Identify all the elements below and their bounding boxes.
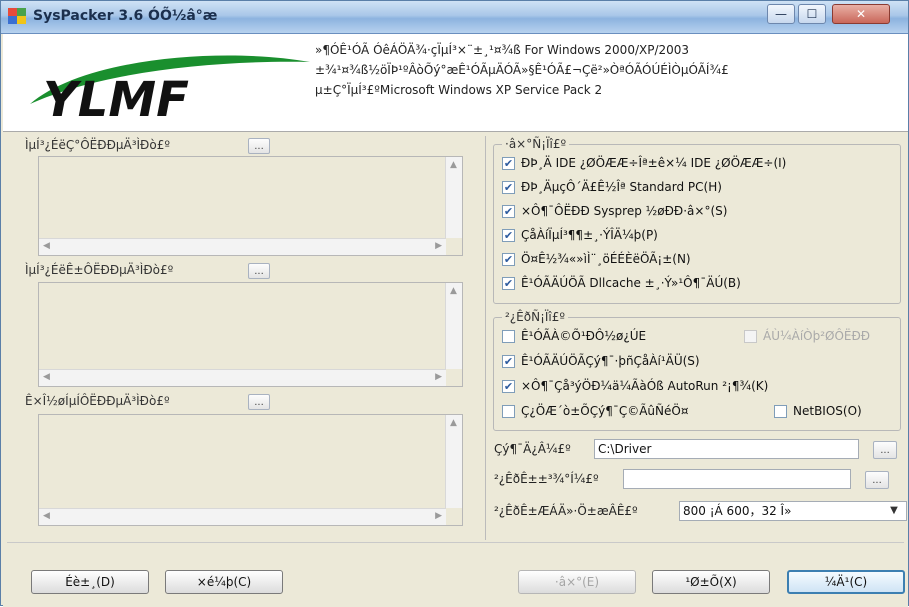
first-login-hscroll[interactable]: ◀ ▶	[39, 508, 446, 525]
logo-text: YLMF	[43, 72, 189, 122]
deploy-bg-input[interactable]	[623, 469, 851, 489]
option-ide-controller[interactable]: ✔ ÐÞ¸Ä IDE ¿ØÖÆÆ÷Îª±ê×¼ IDE ¿ØÖÆÆ÷(I)	[502, 153, 786, 173]
option-standard-pc[interactable]: ✔ ÐÞ¸ÄµçÔ´Ä£Ê½Îª Standard PC(H)	[502, 177, 722, 197]
driver-dir-input[interactable]: C:\Driver	[594, 439, 859, 459]
first-run-list[interactable]: ▲ ◀ ▶	[38, 282, 463, 387]
scroll-up-icon[interactable]: ▲	[450, 160, 457, 170]
checkbox-icon[interactable]: ✔	[502, 276, 515, 290]
first-run-add-button[interactable]: ...	[248, 263, 270, 279]
checkbox-icon[interactable]: ✔	[502, 180, 515, 194]
option-network[interactable]: ✔ Ö¤Ê½¾«»ìÌ¨¸öÉÉÈëÖÃ¡±(N)	[502, 249, 691, 269]
scroll-left-icon[interactable]: ◀	[43, 372, 50, 382]
about-button[interactable]: ¼Ä¹(C)	[787, 570, 905, 594]
scroll-right-icon[interactable]: ▶	[435, 241, 442, 251]
header-line-1: »¶Ó­Ê¹ÓÃ ÓêÁÖÄ¾·çÏµÍ³×¨±¸¹¤¾ß For Window…	[315, 43, 690, 57]
driver-dir-label: Çý¶¯Ä¿Â¼£º	[494, 442, 571, 456]
pre-run-label: ÌµÍ³¿ÉëÇ°ÔËÐÐµÄ³ÌÐò£º	[25, 138, 170, 152]
dropdown-arrow-icon[interactable]: ▼	[883, 503, 905, 519]
header-line-3: µ±Ç°ÏµÍ³£ºMicrosoft Windows XP Service P…	[315, 83, 603, 97]
option-label: Ê¹ÓÃÄÚÖÃÇý¶¯·þñÇåÀí¹ÄÜ(S)	[521, 354, 700, 368]
ylmf-logo: YLMF	[30, 55, 310, 122]
deploy-options-group: ²¿ÊðÑ¡Ïî£º Ê¹ÓÃÀ©Õ¹ÐÔ½ø¿ÚE ÁÙ¼ÀíÒþ²ØÔËÐÐ…	[493, 310, 901, 431]
first-run-vscroll[interactable]: ▲	[445, 283, 462, 369]
option-label: ÐÞ¸ÄµçÔ´Ä£Ê½Îª Standard PC(H)	[521, 180, 722, 194]
option-label: ÇåÀíÏµÍ³¶¶±¸·ÝÎÄ¼þ(P)	[521, 228, 658, 242]
checkbox-icon	[744, 329, 757, 343]
devices-button[interactable]: Éè±¸(D)	[31, 570, 149, 594]
option-label: Ê¹ÓÃÀ©Õ¹ÐÔ½ø¿ÚE	[521, 329, 647, 343]
scroll-left-icon[interactable]: ◀	[43, 511, 50, 521]
resolution-select[interactable]: 800 ¡Á 600，32 Î» ▼	[679, 501, 907, 521]
window-title: SysPacker 3.6 ÓÕ½â°æ	[33, 8, 218, 24]
option-label: ×Ô¶¯ÔËÐÐ Sysprep ½øÐÐ·â×°(S)	[521, 204, 728, 218]
driver-dir-browse-button[interactable]: ...	[873, 441, 897, 459]
first-login-add-button[interactable]: ...	[248, 394, 270, 410]
bottom-divider	[7, 542, 904, 543]
checkbox-icon[interactable]: ✔	[502, 156, 515, 170]
checkbox-icon[interactable]	[774, 404, 787, 418]
option-driver-clean[interactable]: ✔ Ê¹ÓÃÄÚÖÃÇý¶¯·þñÇåÀí¹ÄÜ(S)	[502, 351, 700, 371]
checkbox-icon[interactable]: ✔	[502, 252, 515, 266]
first-login-vscroll[interactable]: ▲	[445, 415, 462, 508]
header-line-2: ±¾¹¤¾ß½öÏÞ¹ºÂòÕý°æÊ¹ÓÃµÄÓÃ»§Ê¹ÓÃ£¬Çë²»Òª…	[315, 63, 729, 77]
close-button[interactable]: ¹Ø±Õ(X)	[652, 570, 770, 594]
option-label: ÁÙ¼ÀíÒþ²ØÔËÐÐ	[763, 329, 871, 343]
scroll-right-icon[interactable]: ▶	[435, 511, 442, 521]
option-clean-backup[interactable]: ✔ ÇåÀíÏµÍ³¶¶±¸·ÝÎÄ¼þ(P)	[502, 225, 658, 245]
app-icon	[8, 8, 26, 24]
package-options-title: ·â×°Ñ¡Ïî£º	[502, 137, 570, 151]
scroll-right-icon[interactable]: ▶	[435, 372, 442, 382]
maximize-button[interactable]: ☐	[798, 4, 826, 24]
scroll-left-icon[interactable]: ◀	[43, 241, 50, 251]
header-banner: YLMF »¶Ó­Ê¹ÓÃ ÓêÁÖÄ¾·çÏµÍ³×¨±¸¹¤¾ß For W…	[3, 34, 908, 132]
pre-run-vscroll[interactable]: ▲	[445, 157, 462, 238]
option-label: Ö¤Ê½¾«»ìÌ¨¸öÉÉÈëÖÃ¡±(N)	[521, 252, 691, 266]
scroll-up-icon[interactable]: ▲	[450, 286, 457, 296]
first-run-label: ÌµÍ³¿ÉëÊ±ÔËÐÐµÄ³ÌÐò£º	[25, 263, 174, 277]
close-window-button[interactable]: ✕	[832, 4, 890, 24]
pack-button[interactable]: ·â×°(E)	[518, 570, 636, 594]
option-netbios[interactable]: NetBIOS(O)	[774, 401, 862, 421]
checkbox-icon[interactable]: ✔	[502, 228, 515, 242]
minimize-button[interactable]: —	[767, 4, 795, 24]
pre-run-add-button[interactable]: ...	[248, 138, 270, 154]
components-button[interactable]: ×é¼þ(C)	[165, 570, 283, 594]
title-bar[interactable]: SysPacker 3.6 ÓÕ½â°æ — ☐ ✕	[1, 1, 908, 34]
pre-run-list[interactable]: ▲ ◀ ▶	[38, 156, 463, 256]
option-autorun[interactable]: ✔ ×Ô¶¯Çå³ýÖÐ¼ä¼ÃàÓß AutoRun ²¡¶¾(K)	[502, 376, 768, 396]
pre-run-hscroll[interactable]: ◀ ▶	[39, 238, 446, 255]
scroll-up-icon[interactable]: ▲	[450, 418, 457, 428]
option-hidden-run: ÁÙ¼ÀíÒþ²ØÔËÐÐ	[744, 326, 870, 346]
checkbox-icon[interactable]	[502, 404, 515, 418]
checkbox-icon[interactable]: ✔	[502, 379, 515, 393]
option-label: ×Ô¶¯Çå³ýÖÐ¼ä¼ÃàÓß AutoRun ²¡¶¾(K)	[521, 379, 769, 393]
column-divider	[485, 136, 486, 540]
option-label: Ç¿ÖÆ´ò±ÕÇý¶¯Ç©ÃûÑéÖ¤	[521, 404, 689, 418]
option-extended-partition[interactable]: Ê¹ÓÃÀ©Õ¹ÐÔ½ø¿ÚE	[502, 326, 646, 346]
option-label: NetBIOS(O)	[793, 404, 862, 418]
option-driver-signing[interactable]: Ç¿ÖÆ´ò±ÕÇý¶¯Ç©ÃûÑéÖ¤	[502, 401, 688, 421]
header-text: »¶Ó­Ê¹ÓÃ ÓêÁÖÄ¾·çÏµÍ³×¨±¸¹¤¾ß For Window…	[315, 40, 905, 100]
first-login-list[interactable]: ▲ ◀ ▶	[38, 414, 463, 526]
main-window: SysPacker 3.6 ÓÕ½â°æ — ☐ ✕ YLMF »¶Ó­Ê¹ÓÃ…	[0, 0, 909, 607]
resolution-value: 800 ¡Á 600，32 Î»	[683, 504, 792, 518]
deploy-bg-browse-button[interactable]: ...	[865, 471, 889, 489]
deploy-bg-label: ²¿ÊðÊ±±³¾°Í¼£º	[494, 472, 599, 486]
option-label: Ê¹ÓÃÄÚÖÃ Dllcache ±¸·Ý»¹Ô­¶¯ÄÚ(B)	[521, 276, 741, 290]
first-login-label: Ê×Î½øÍµÍÔËÐÐµÄ³ÌÐò£º	[25, 394, 170, 408]
package-options-group: ·â×°Ñ¡Ïî£º ✔ ÐÞ¸Ä IDE ¿ØÖÆÆ÷Îª±ê×¼ IDE ¿…	[493, 137, 901, 304]
checkbox-icon[interactable]: ✔	[502, 204, 515, 218]
resolution-label: ²¿ÊðÊ±ÆÁÄ»·Ö±æÂÊ£º	[494, 504, 638, 518]
checkbox-icon[interactable]: ✔	[502, 354, 515, 368]
option-dllcache[interactable]: ✔ Ê¹ÓÃÄÚÖÃ Dllcache ±¸·Ý»¹Ô­¶¯ÄÚ(B)	[502, 273, 741, 293]
first-run-hscroll[interactable]: ◀ ▶	[39, 369, 446, 386]
checkbox-icon[interactable]	[502, 329, 515, 343]
content-area: ÌµÍ³¿ÉëÇ°ÔËÐÐµÄ³ÌÐò£º ... ▲ ◀ ▶ ÌµÍ³¿ÉëÊ…	[3, 132, 908, 607]
option-label: ÐÞ¸Ä IDE ¿ØÖÆÆ÷Îª±ê×¼ IDE ¿ØÖÆÆ÷(I)	[521, 156, 787, 170]
deploy-options-title: ²¿ÊðÑ¡Ïî£º	[502, 310, 569, 324]
option-sysprep[interactable]: ✔ ×Ô¶¯ÔËÐÐ Sysprep ½øÐÐ·â×°(S)	[502, 201, 727, 221]
